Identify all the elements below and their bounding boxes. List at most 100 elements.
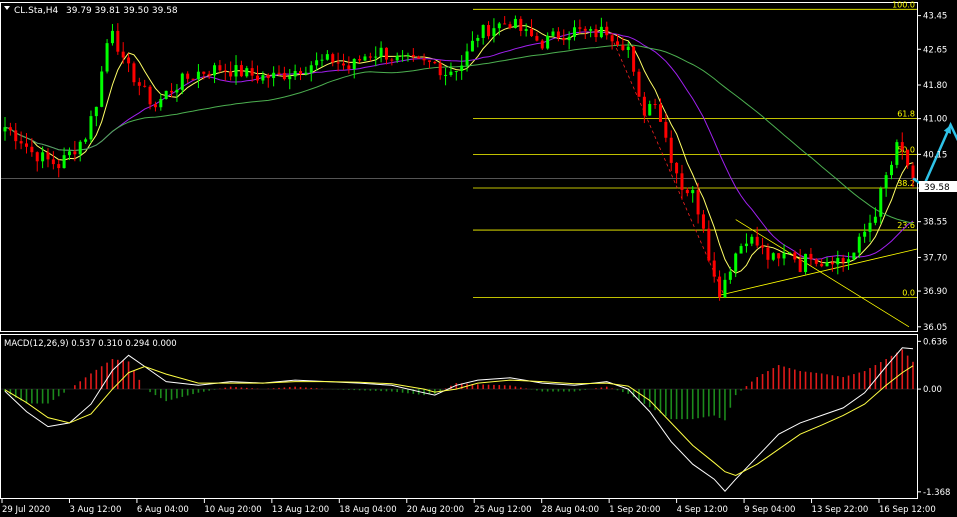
candle-body [51,159,55,165]
candle-body [492,28,496,37]
candle-body [245,68,249,77]
time-tick-label: 28 Aug 04:00 [542,505,599,515]
macd-tick-label: 0.636 [923,337,947,347]
candle-body [368,56,372,58]
candle-body [384,47,388,60]
candle-body [868,222,872,232]
candle-body [272,72,276,79]
candle-body [836,258,840,265]
candle-body [863,231,867,237]
candle-body [234,65,238,77]
candle-body [825,262,829,267]
candle-body [573,27,577,37]
candle-body [406,54,410,56]
candle-body [261,75,265,81]
candle-body [374,56,378,58]
candle-body [873,216,877,223]
candle-body [610,35,614,42]
candle-body [599,26,603,38]
candle-body [315,60,319,66]
fib-label: 61.8 [897,110,915,119]
candle-body [94,106,98,117]
candle-body [62,155,66,169]
candle-body [530,29,534,37]
candle-body [465,51,469,66]
candle-body [401,55,405,57]
candle-body [282,72,286,80]
candle-body [621,44,625,50]
candle-body [57,164,61,169]
candle-body [771,253,775,260]
price-tick-label: 42.65 [923,45,947,55]
candle-body [637,71,641,97]
candle-body [567,36,571,41]
candle-body [293,71,297,77]
candle-body [556,31,560,39]
candle-body [14,130,18,142]
time-tick-label: 1 Sep 20:00 [609,505,660,515]
candle-body [309,65,313,73]
candle-body [503,23,507,25]
candle-body [680,173,684,190]
time-tick-label: 13 Sep 22:00 [812,505,869,515]
candle-body [524,29,528,31]
candle-body [761,245,765,248]
candle-body [84,139,88,142]
macd-tick-label: -1.368 [923,488,950,498]
candle-body [476,37,480,41]
candle-body [73,151,77,155]
candle-body [175,89,179,93]
candle-body [578,27,582,29]
candle-body [105,43,109,72]
candle-body [884,175,888,189]
candle-body [121,51,125,58]
candle-body [35,152,39,162]
candle-body [304,72,308,75]
candle-body [766,247,770,260]
time-tick-label: 3 Aug 12:00 [69,505,121,515]
candle-body [535,36,539,41]
time-tick-label: 9 Sep 04:00 [744,505,795,515]
candle-body [728,271,732,280]
candle-body [347,65,351,70]
candle-body [814,259,818,264]
time-tick-label: 18 Aug 04:00 [339,505,396,515]
candle-body [3,127,7,132]
price-chart[interactable]: 100.0 61.8 50.0 38.2 23.6 0.0 43.45 42.65 41.80… [0,0,957,517]
candle-body [202,71,206,74]
candle-body [707,228,711,261]
candle-body [809,253,813,260]
price-tick-label: 36.90 [923,287,947,297]
macd-tick-label: 0.00 [923,385,942,395]
time-tick-label: 25 Aug 12:00 [474,505,531,515]
candle-body [191,78,195,80]
candle-body [213,65,217,76]
candle-body [481,25,485,38]
candle-body [648,104,652,116]
candle-body [395,55,399,61]
candle-body [153,104,157,108]
candle-body [852,252,856,260]
candle-body [546,35,550,49]
candle-body [196,71,200,80]
candle-body [266,75,270,79]
time-tick-label: 20 Aug 20:00 [407,505,464,515]
ohlc-label: 39.79 39.81 39.50 39.58 [66,6,178,16]
candle-body [341,63,345,66]
candle-body [911,165,915,179]
candle-body [449,71,453,75]
candle-body [239,65,243,77]
time-tick-label: 13 Aug 12:00 [272,505,329,515]
candle-body [487,25,491,37]
candle-body [256,75,260,81]
candle-body [170,90,174,93]
candle-body [41,152,45,162]
fib-label: 50.0 [897,145,915,154]
candle-body [67,151,71,156]
price-tick-label: 41.80 [923,81,947,91]
symbol-label: CL.Sta,H4 [14,6,59,16]
macd-label: MACD(12,26,9) 0.537 0.310 0.294 0.000 [4,339,177,349]
time-tick-label: 29 Jul 2020 [2,505,50,515]
candle-body [218,65,222,71]
candle-body [110,30,114,44]
